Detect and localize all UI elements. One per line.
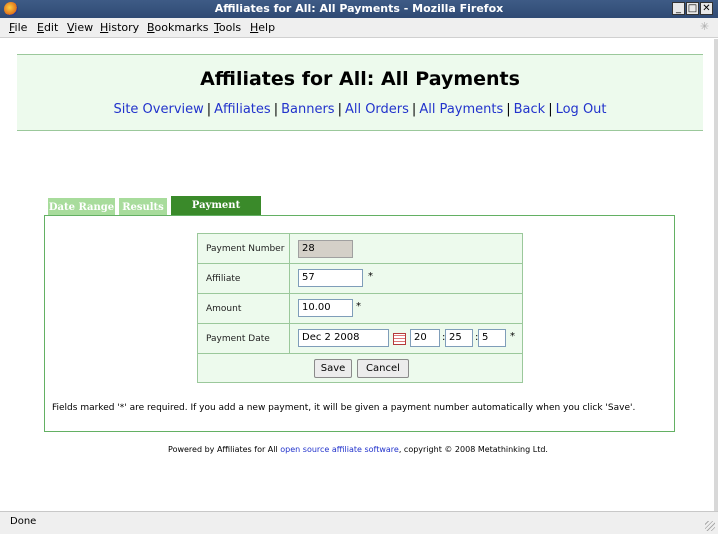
payment-number-label: Payment Number [198,234,290,263]
throbber-icon: ✳ [700,20,710,33]
payment-number-field: 28 [298,240,353,258]
menu-bar: File Edit View History Bookmarks Tools H… [0,18,718,38]
header-box: Affiliates for All: All Payments Site Ov… [17,54,703,131]
nav-all-payments[interactable]: All Payments [419,102,503,117]
nav-links: Site Overview | Affiliates | Banners | All Ord… [113,102,607,117]
window-edge [714,39,718,511]
footer: Powered by Affiliates for All open sourc… [2,445,714,454]
menu-tools[interactable]: Tools [214,21,241,34]
required-mark: * [510,331,515,342]
required-mark: * [356,301,361,312]
amount-label: Amount [198,294,290,323]
row-amount: Amount 10.00 * [198,294,522,324]
payment-details-panel: Payment Number 28 Affiliate 57 * Amount … [44,215,675,432]
save-button[interactable]: Save [314,359,352,378]
resize-grip-icon[interactable] [705,521,715,531]
nav-back[interactable]: Back [514,102,546,117]
nav-site-overview[interactable]: Site Overview [113,102,203,117]
row-payment-number: Payment Number 28 [198,234,522,264]
date-field[interactable]: Dec 2 2008 [298,329,389,347]
required-mark: * [368,271,373,282]
nav-all-orders[interactable]: All Orders [345,102,409,117]
amount-field[interactable]: 10.00 [298,299,353,317]
nav-banners[interactable]: Banners [281,102,334,117]
footer-prefix: Powered by Affiliates for All [168,445,278,454]
page-title: Affiliates for All: All Payments [200,68,520,90]
affiliate-label: Affiliate [198,264,290,293]
nav-log-out[interactable]: Log Out [556,102,607,117]
menu-view[interactable]: View [67,21,93,34]
minute-field[interactable]: 25 [445,329,473,347]
row-payment-date: Payment Date Dec 2 2008 20 : 25 : 5 * [198,324,522,354]
menu-history[interactable]: History [100,21,139,34]
calendar-icon[interactable] [393,333,406,345]
page-content: Affiliates for All: All Payments Site Ov… [2,39,714,509]
payment-date-label: Payment Date [198,324,290,353]
hour-field[interactable]: 20 [410,329,440,347]
close-button[interactable]: ✕ [700,2,713,15]
payment-form: Payment Number 28 Affiliate 57 * Amount … [197,233,523,383]
status-text: Done [10,516,37,527]
menu-bookmarks[interactable]: Bookmarks [147,21,208,34]
nav-affiliates[interactable]: Affiliates [214,102,271,117]
menu-edit[interactable]: Edit [37,21,58,34]
footer-link[interactable]: open source affiliate software [280,445,399,454]
tab-payment-details[interactable]: Payment Details [171,196,261,230]
status-bar: Done [0,511,718,534]
maximize-button[interactable]: □ [686,2,699,15]
menu-file[interactable]: File [9,21,27,34]
window-titlebar: Affiliates for All: All Payments - Mozil… [0,0,718,18]
window-title: Affiliates for All: All Payments - Mozil… [214,2,504,15]
tab-results[interactable]: Results [119,198,167,216]
cancel-button[interactable]: Cancel [357,359,409,378]
tab-date-range[interactable]: Date Range [48,198,115,216]
second-field[interactable]: 5 [478,329,506,347]
required-fields-note: Fields marked '*' are required. If you a… [52,403,636,413]
row-affiliate: Affiliate 57 * [198,264,522,294]
footer-suffix: , copyright © 2008 Metathinking Ltd. [398,445,548,454]
affiliate-field[interactable]: 57 [298,269,363,287]
menu-help[interactable]: Help [250,21,275,34]
minimize-button[interactable]: _ [672,2,685,15]
